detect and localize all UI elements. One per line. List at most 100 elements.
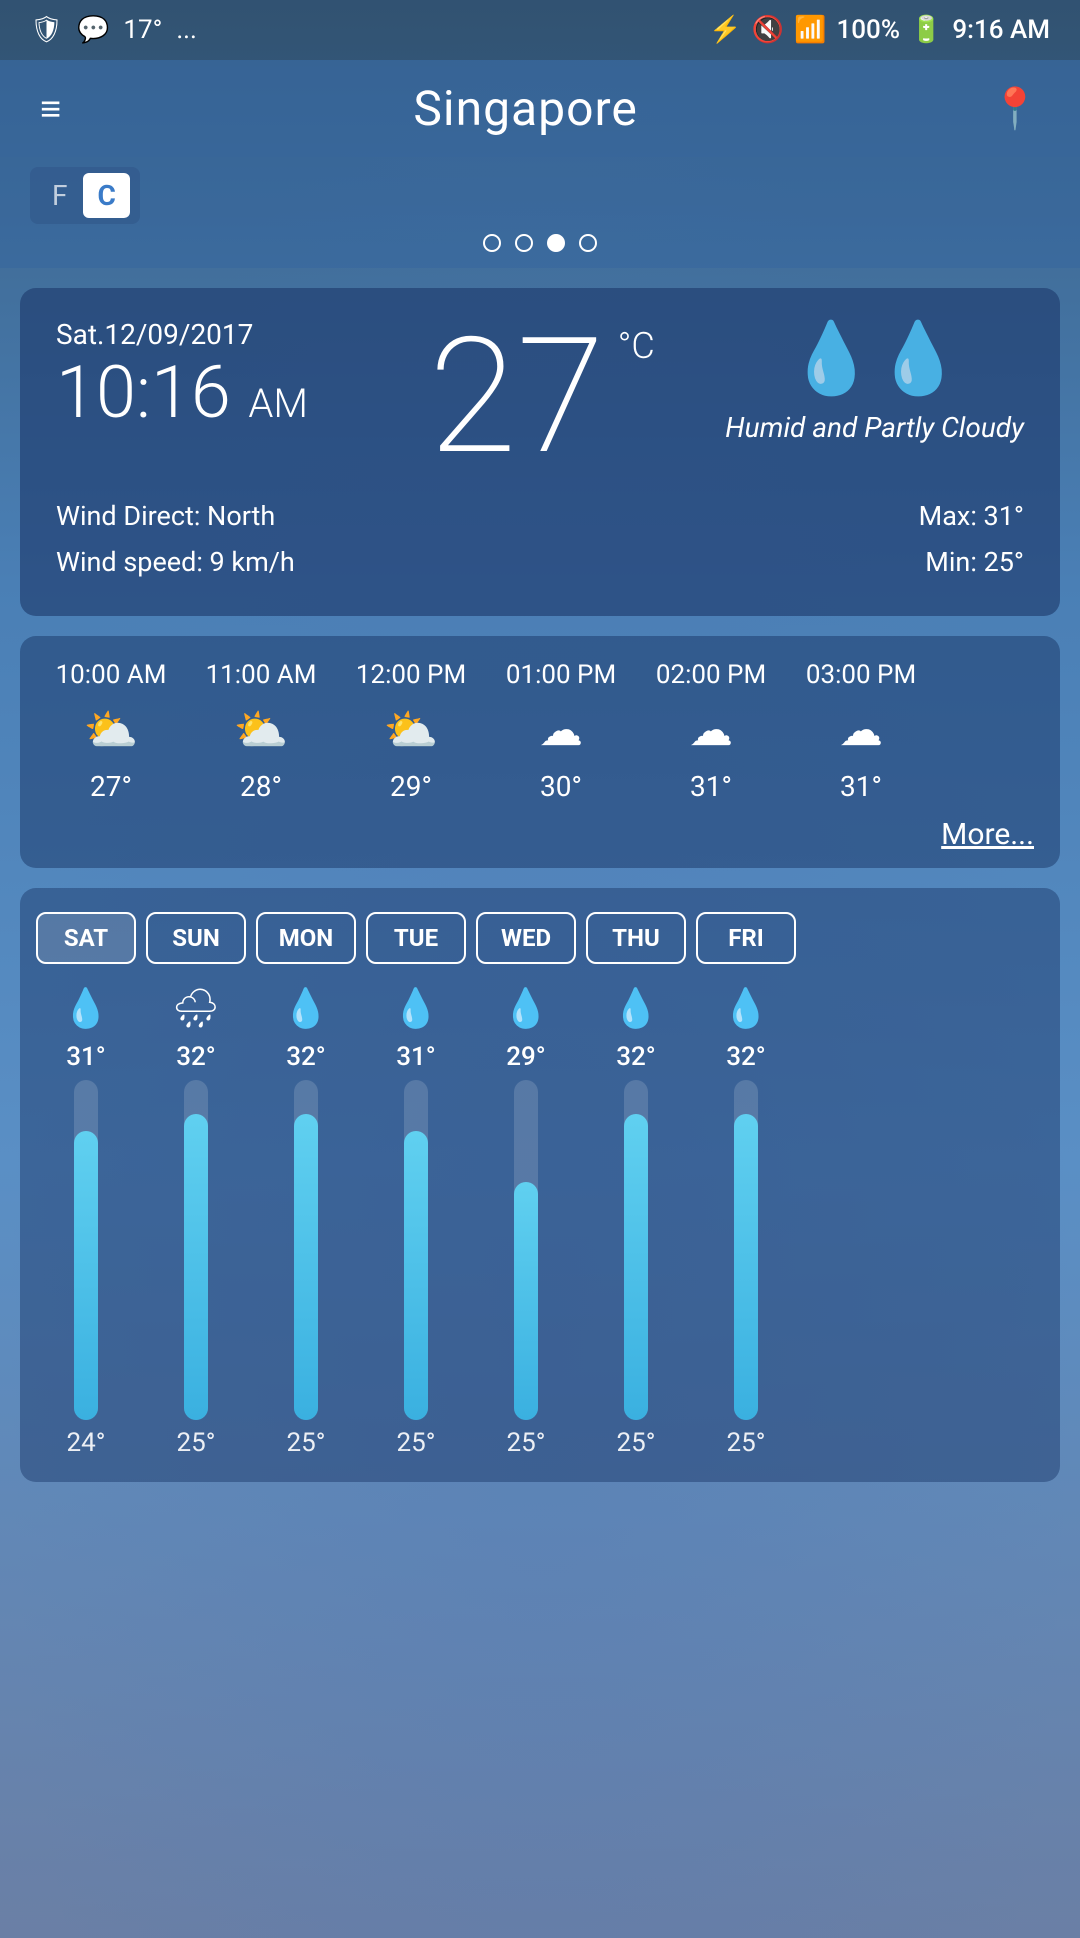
bar-container-0	[74, 1080, 98, 1420]
weekly-forecast-section: SATSUNMONTUEWEDTHUFRI 💧 31° 24° 🌧 32° 25…	[20, 888, 1060, 1482]
clock-time: 9:16 AM	[952, 15, 1050, 45]
status-temp: 17°	[123, 15, 162, 45]
hour-temp-3: 30°	[540, 770, 582, 803]
bar-fill-4	[514, 1182, 538, 1420]
page-dot-3[interactable]	[547, 234, 565, 252]
week-icon-6: 💧	[722, 984, 769, 1034]
week-max-3: 31°	[396, 1042, 436, 1072]
week-item-3: 💧 31° 25°	[366, 984, 466, 1458]
page-dot-4[interactable]	[579, 234, 597, 252]
hour-icon-0: ⛅	[84, 704, 139, 756]
hour-time-3: 01:00 PM	[506, 660, 616, 690]
hour-temp-1: 28°	[240, 770, 282, 803]
hour-time-2: 12:00 PM	[356, 660, 466, 690]
city-name: Singapore	[413, 80, 637, 137]
week-max-0: 31°	[66, 1042, 106, 1072]
week-max-2: 32°	[286, 1042, 326, 1072]
week-min-1: 25°	[177, 1428, 216, 1458]
current-time: 10:16 AM	[56, 357, 308, 429]
status-right: ⚡ 🔇 📶 100% 🔋 9:16 AM	[709, 15, 1050, 45]
day-tab-sun[interactable]: SUN	[146, 912, 246, 964]
page-dot-1[interactable]	[483, 234, 501, 252]
hour-time-0: 10:00 AM	[56, 660, 167, 690]
week-max-6: 32°	[726, 1042, 766, 1072]
hour-item-1: 11:00 AM ⛅ 28°	[186, 660, 336, 803]
page-dot-2[interactable]	[515, 234, 533, 252]
week-icon-0: 💧	[62, 984, 109, 1034]
week-max-5: 32°	[616, 1042, 656, 1072]
fahrenheit-button[interactable]: F	[40, 173, 79, 218]
weather-condition: Humid and Partly Cloudy	[725, 410, 1024, 446]
unit-section: F C	[0, 157, 1080, 268]
wifi-icon: 📶	[794, 15, 826, 45]
menu-button[interactable]: ≡	[40, 88, 61, 130]
hour-icon-1: ⛅	[234, 704, 289, 756]
wind-info: Wind Direct: North Wind speed: 9 km/h	[56, 494, 295, 586]
bar-container-2	[294, 1080, 318, 1420]
hour-icon-4: ☁	[689, 704, 733, 756]
hour-time-5: 03:00 PM	[806, 660, 916, 690]
location-icon[interactable]: 📍	[990, 85, 1040, 132]
bar-fill-2	[294, 1114, 318, 1420]
weekly-data: 💧 31° 24° 🌧 32° 25° 💧 32° 25° 💧 31° 25° …	[36, 984, 1044, 1458]
bar-container-5	[624, 1080, 648, 1420]
more-link[interactable]: More...	[36, 817, 1044, 852]
week-icon-1: 🌧	[172, 984, 220, 1034]
week-item-5: 💧 32° 25°	[586, 984, 686, 1458]
min-temp: Min: 25°	[919, 540, 1024, 586]
battery-icon: 🔋	[910, 15, 942, 45]
hourly-scroll[interactable]: 10:00 AM ⛅ 27° 11:00 AM ⛅ 28° 12:00 PM ⛅…	[36, 660, 1044, 803]
hour-item-0: 10:00 AM ⛅ 27°	[36, 660, 186, 803]
hour-icon-3: ☁	[539, 704, 583, 756]
day-tabs: SATSUNMONTUEWEDTHUFRI	[36, 912, 1044, 964]
weather-icon-section: 💧💧 Humid and Partly Cloudy	[725, 318, 1024, 446]
hour-item-5: 03:00 PM ☁ 31°	[786, 660, 936, 803]
temp-unit: °C	[618, 328, 655, 364]
humidity-icon: 💧💧	[787, 318, 961, 400]
week-min-6: 25°	[727, 1428, 766, 1458]
bar-container-4	[514, 1080, 538, 1420]
current-weather-card: Sat.12/09/2017 10:16 AM 27 °C 💧💧 Humid a…	[20, 288, 1060, 616]
hour-temp-4: 31°	[690, 770, 732, 803]
day-tab-fri[interactable]: FRI	[696, 912, 796, 964]
bar-fill-6	[734, 1114, 758, 1420]
bluetooth-icon: ⚡	[709, 15, 741, 45]
week-item-6: 💧 32° 25°	[696, 984, 796, 1458]
bar-container-1	[184, 1080, 208, 1420]
celsius-button[interactable]: C	[83, 173, 129, 218]
top-nav: ≡ Singapore 📍	[0, 60, 1080, 157]
current-date: Sat.12/09/2017	[56, 318, 308, 351]
week-item-2: 💧 32° 25°	[256, 984, 356, 1458]
week-item-0: 💧 31° 24°	[36, 984, 136, 1458]
week-min-3: 25°	[397, 1428, 436, 1458]
status-dots: ...	[176, 15, 197, 45]
page-indicators	[483, 234, 597, 252]
shield-icon: 🛡	[30, 15, 63, 45]
week-min-0: 24°	[67, 1428, 106, 1458]
temperature-section: 27 °C	[429, 318, 605, 478]
week-min-2: 25°	[287, 1428, 326, 1458]
day-tab-sat[interactable]: SAT	[36, 912, 136, 964]
day-tab-mon[interactable]: MON	[256, 912, 356, 964]
week-icon-2: 💧	[282, 984, 329, 1034]
hour-icon-5: ☁	[839, 704, 883, 756]
status-bar: 🛡 💬 17° ... ⚡ 🔇 📶 100% 🔋 9:16 AM	[0, 0, 1080, 60]
hour-temp-2: 29°	[390, 770, 432, 803]
hour-temp-0: 27°	[90, 770, 132, 803]
min-max-temps: Max: 31° Min: 25°	[919, 494, 1024, 586]
unit-toggle: F C	[30, 167, 140, 224]
hour-item-2: 12:00 PM ⛅ 29°	[336, 660, 486, 803]
wind-speed: Wind speed: 9 km/h	[56, 540, 295, 586]
day-tab-wed[interactable]: WED	[476, 912, 576, 964]
week-max-4: 29°	[506, 1042, 546, 1072]
bar-container-3	[404, 1080, 428, 1420]
day-tab-tue[interactable]: TUE	[366, 912, 466, 964]
status-left: 🛡 💬 17° ...	[30, 15, 197, 45]
hour-temp-5: 31°	[840, 770, 882, 803]
bar-fill-5	[624, 1114, 648, 1420]
hour-icon-2: ⛅	[384, 704, 439, 756]
bar-container-6	[734, 1080, 758, 1420]
day-tab-thu[interactable]: THU	[586, 912, 686, 964]
hour-time-4: 02:00 PM	[656, 660, 766, 690]
bar-fill-0	[74, 1131, 98, 1420]
